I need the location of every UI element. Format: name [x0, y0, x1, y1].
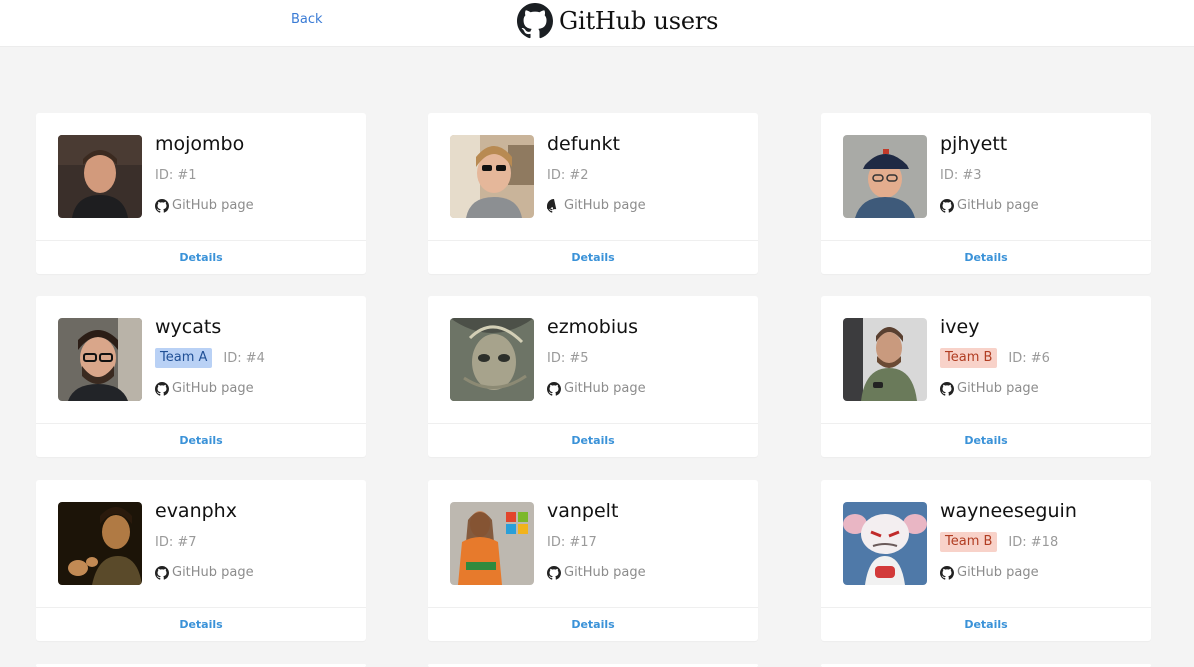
github-page-label: GitHub page	[172, 198, 254, 213]
github-page-link[interactable]: GitHub page	[940, 198, 1039, 213]
meta-row: ID: #2	[547, 164, 589, 186]
user-card: ezmobius ID: #5 GitHub page Details	[428, 296, 758, 457]
github-page-label: GitHub page	[564, 198, 646, 213]
details-button[interactable]: Details	[428, 241, 758, 274]
avatar	[58, 135, 142, 218]
github-icon	[940, 565, 954, 580]
meta-row: ID: #17	[547, 531, 597, 553]
brand: GitHub users	[517, 3, 718, 39]
github-icon	[155, 381, 169, 396]
meta-row: Team B ID: #6	[940, 347, 1050, 369]
github-page-link[interactable]: GitHub page	[547, 198, 646, 213]
user-card: defunkt ID: #2 GitHub page Details	[428, 113, 758, 274]
team-badge: Team B	[940, 532, 998, 552]
avatar	[58, 318, 142, 401]
meta-row: ID: #3	[940, 164, 982, 186]
github-icon	[547, 198, 557, 213]
github-icon	[940, 381, 954, 396]
avatar	[450, 502, 534, 585]
user-id: ID: #3	[940, 167, 982, 183]
user-login: ivey	[940, 316, 980, 338]
github-page-link[interactable]: GitHub page	[940, 381, 1039, 396]
github-icon	[547, 381, 561, 396]
github-page-link[interactable]: GitHub page	[155, 381, 254, 396]
avatar	[450, 135, 534, 218]
github-icon	[155, 198, 169, 213]
github-page-link[interactable]: GitHub page	[547, 565, 646, 580]
team-badge: Team A	[155, 348, 213, 368]
user-id: ID: #5	[547, 350, 589, 366]
user-card: ivey Team B ID: #6 GitHub page Details	[821, 296, 1151, 457]
github-page-label: GitHub page	[172, 381, 254, 396]
user-login: wycats	[155, 316, 222, 338]
github-page-link[interactable]: GitHub page	[547, 381, 646, 396]
user-login: evanphx	[155, 500, 237, 522]
user-id: ID: #18	[1008, 534, 1059, 550]
user-login: pjhyett	[940, 133, 1008, 155]
user-id: ID: #6	[1008, 350, 1050, 366]
avatar	[450, 318, 534, 401]
github-page-link[interactable]: GitHub page	[940, 565, 1039, 580]
meta-row: Team B ID: #18	[940, 531, 1058, 553]
team-badge: Team B	[940, 348, 998, 368]
details-button[interactable]: Details	[36, 424, 366, 457]
github-page-link[interactable]: GitHub page	[155, 198, 254, 213]
github-page-label: GitHub page	[564, 381, 646, 396]
user-id: ID: #1	[155, 167, 197, 183]
details-button[interactable]: Details	[821, 241, 1151, 274]
details-button[interactable]: Details	[36, 608, 366, 641]
details-button[interactable]: Details	[36, 241, 366, 274]
github-icon	[940, 198, 954, 213]
back-link[interactable]: Back	[291, 12, 323, 27]
avatar	[843, 135, 927, 218]
github-page-label: GitHub page	[172, 565, 254, 580]
user-card: mojombo ID: #1 GitHub page Details	[36, 113, 366, 274]
meta-row: ID: #5	[547, 347, 589, 369]
avatar	[843, 318, 927, 401]
details-button[interactable]: Details	[428, 424, 758, 457]
meta-row: Team A ID: #4	[155, 347, 265, 369]
avatar	[58, 502, 142, 585]
github-page-label: GitHub page	[957, 381, 1039, 396]
details-button[interactable]: Details	[428, 608, 758, 641]
top-bar: Back GitHub users	[0, 0, 1194, 47]
details-button[interactable]: Details	[821, 608, 1151, 641]
user-login: vanpelt	[547, 500, 619, 522]
details-button[interactable]: Details	[821, 424, 1151, 457]
github-icon	[155, 565, 169, 580]
meta-row: ID: #7	[155, 531, 197, 553]
github-page-label: GitHub page	[957, 198, 1039, 213]
user-card: wayneeseguin Team B ID: #18 GitHub page …	[821, 480, 1151, 641]
github-icon	[517, 3, 553, 39]
user-login: wayneeseguin	[940, 500, 1077, 522]
user-card: evanphx ID: #7 GitHub page Details	[36, 480, 366, 641]
user-id: ID: #17	[547, 534, 597, 550]
user-id: ID: #4	[223, 350, 265, 366]
user-id: ID: #7	[155, 534, 197, 550]
meta-row: ID: #1	[155, 164, 197, 186]
user-card: vanpelt ID: #17 GitHub page Details	[428, 480, 758, 641]
user-card: pjhyett ID: #3 GitHub page Details	[821, 113, 1151, 274]
page-title: GitHub users	[559, 7, 719, 35]
avatar	[843, 502, 927, 585]
github-icon	[547, 565, 561, 580]
github-page-label: GitHub page	[564, 565, 646, 580]
user-id: ID: #2	[547, 167, 589, 183]
user-login: mojombo	[155, 133, 245, 155]
user-card: wycats Team A ID: #4 GitHub page Details	[36, 296, 366, 457]
user-login: ezmobius	[547, 316, 639, 338]
user-login: defunkt	[547, 133, 620, 155]
github-page-label: GitHub page	[957, 565, 1039, 580]
github-page-link[interactable]: GitHub page	[155, 565, 254, 580]
